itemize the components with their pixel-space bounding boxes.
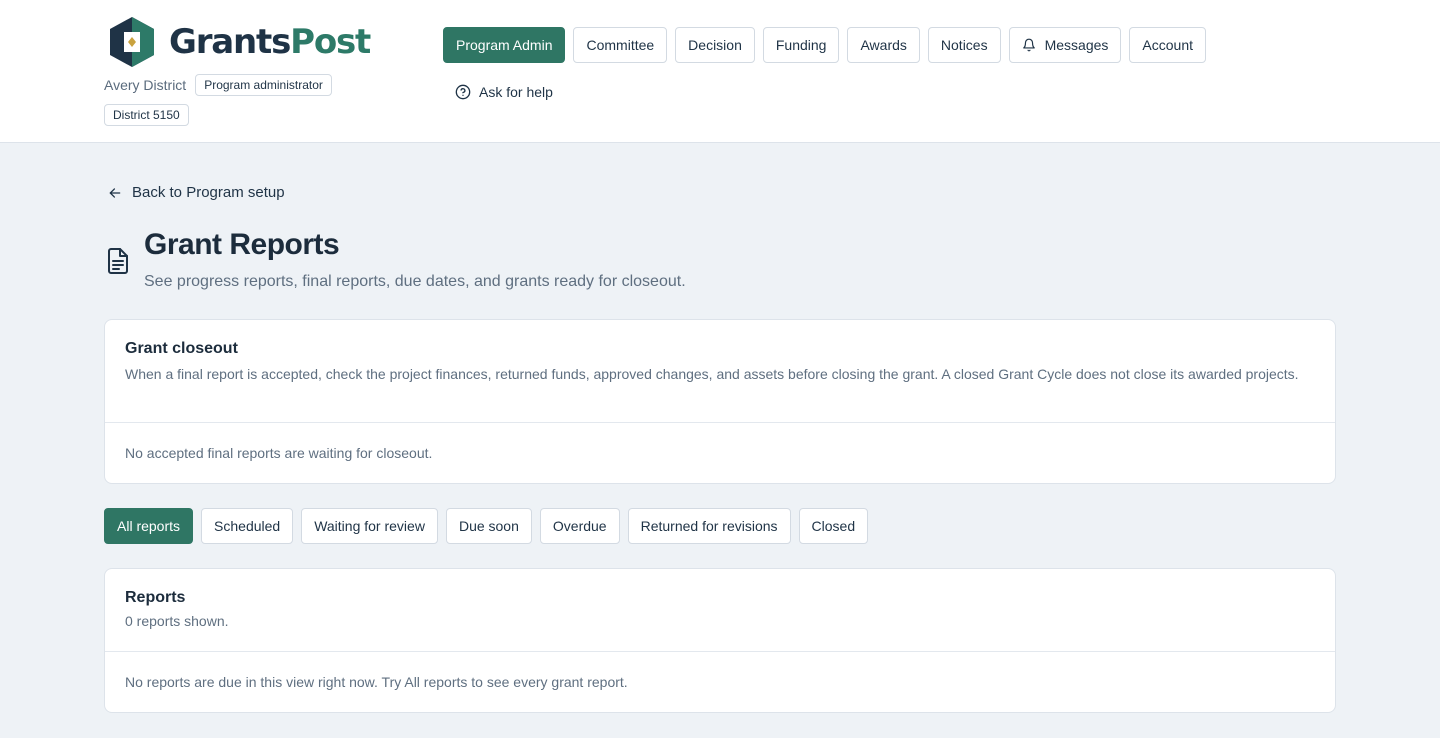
nav-messages[interactable]: Messages xyxy=(1008,27,1122,63)
card-divider xyxy=(105,422,1335,423)
main-nav: Program Admin Committee Decision Funding… xyxy=(443,27,1206,63)
arrow-left-icon xyxy=(109,187,121,198)
logo-wordmark: GrantsPost xyxy=(169,22,371,62)
filter-scheduled[interactable]: Scheduled xyxy=(201,508,294,544)
filter-overdue[interactable]: Overdue xyxy=(539,508,620,544)
logo-word-grants: Grants xyxy=(169,22,291,62)
filter-waiting-for-review[interactable]: Waiting for review xyxy=(301,508,438,544)
logo-word-post: Post xyxy=(290,22,371,62)
reports-card: Reports 0 reports shown. No reports are … xyxy=(104,568,1336,713)
bell-icon xyxy=(1022,38,1035,52)
nav-account[interactable]: Account xyxy=(1129,27,1206,63)
report-filter-tabs: All reports Scheduled Waiting for review… xyxy=(104,508,869,544)
logo[interactable]: GrantsPost xyxy=(104,14,374,70)
nav-program-admin[interactable]: Program Admin xyxy=(443,27,566,63)
page-title: Grant Reports xyxy=(144,228,340,261)
logo-mark-icon xyxy=(110,17,154,67)
filter-due-soon[interactable]: Due soon xyxy=(445,508,532,544)
role-badge: Program administrator xyxy=(195,74,332,96)
nav-awards[interactable]: Awards xyxy=(847,27,920,63)
nav-committee[interactable]: Committee xyxy=(573,27,668,63)
reports-title: Reports xyxy=(125,589,186,606)
ask-for-help-label: Ask for help xyxy=(479,84,553,100)
page-subtitle: See progress reports, final reports, due… xyxy=(144,273,686,290)
nav-decision[interactable]: Decision xyxy=(675,27,755,63)
document-icon xyxy=(108,248,128,274)
filter-all-reports[interactable]: All reports xyxy=(104,508,194,544)
nav-notices[interactable]: Notices xyxy=(927,27,1001,63)
closeout-description: When a final report is accepted, check t… xyxy=(125,366,1299,382)
card-divider xyxy=(105,651,1335,652)
org-info: Avery District Program administrator xyxy=(104,74,332,96)
help-circle-icon xyxy=(455,84,471,100)
ask-for-help-link[interactable]: Ask for help xyxy=(455,84,553,100)
nav-funding[interactable]: Funding xyxy=(762,27,840,63)
filter-closed[interactable]: Closed xyxy=(798,508,869,544)
org-name: Avery District xyxy=(104,77,187,93)
reports-empty-message: No reports are due in this view right no… xyxy=(125,674,628,690)
closeout-empty-message: No accepted final reports are waiting fo… xyxy=(125,445,433,461)
filter-returned-for-revisions[interactable]: Returned for revisions xyxy=(627,508,791,544)
district-badge: District 5150 xyxy=(104,104,189,126)
closeout-title: Grant closeout xyxy=(125,340,238,357)
top-header: GrantsPost Avery District Program admini… xyxy=(0,0,1440,143)
back-link-label: Back to Program setup xyxy=(132,184,285,201)
reports-count: 0 reports shown. xyxy=(125,613,229,629)
grant-closeout-card: Grant closeout When a final report is ac… xyxy=(104,319,1336,484)
back-to-program-setup-link[interactable]: Back to Program setup xyxy=(108,184,285,201)
nav-messages-label: Messages xyxy=(1044,37,1109,53)
